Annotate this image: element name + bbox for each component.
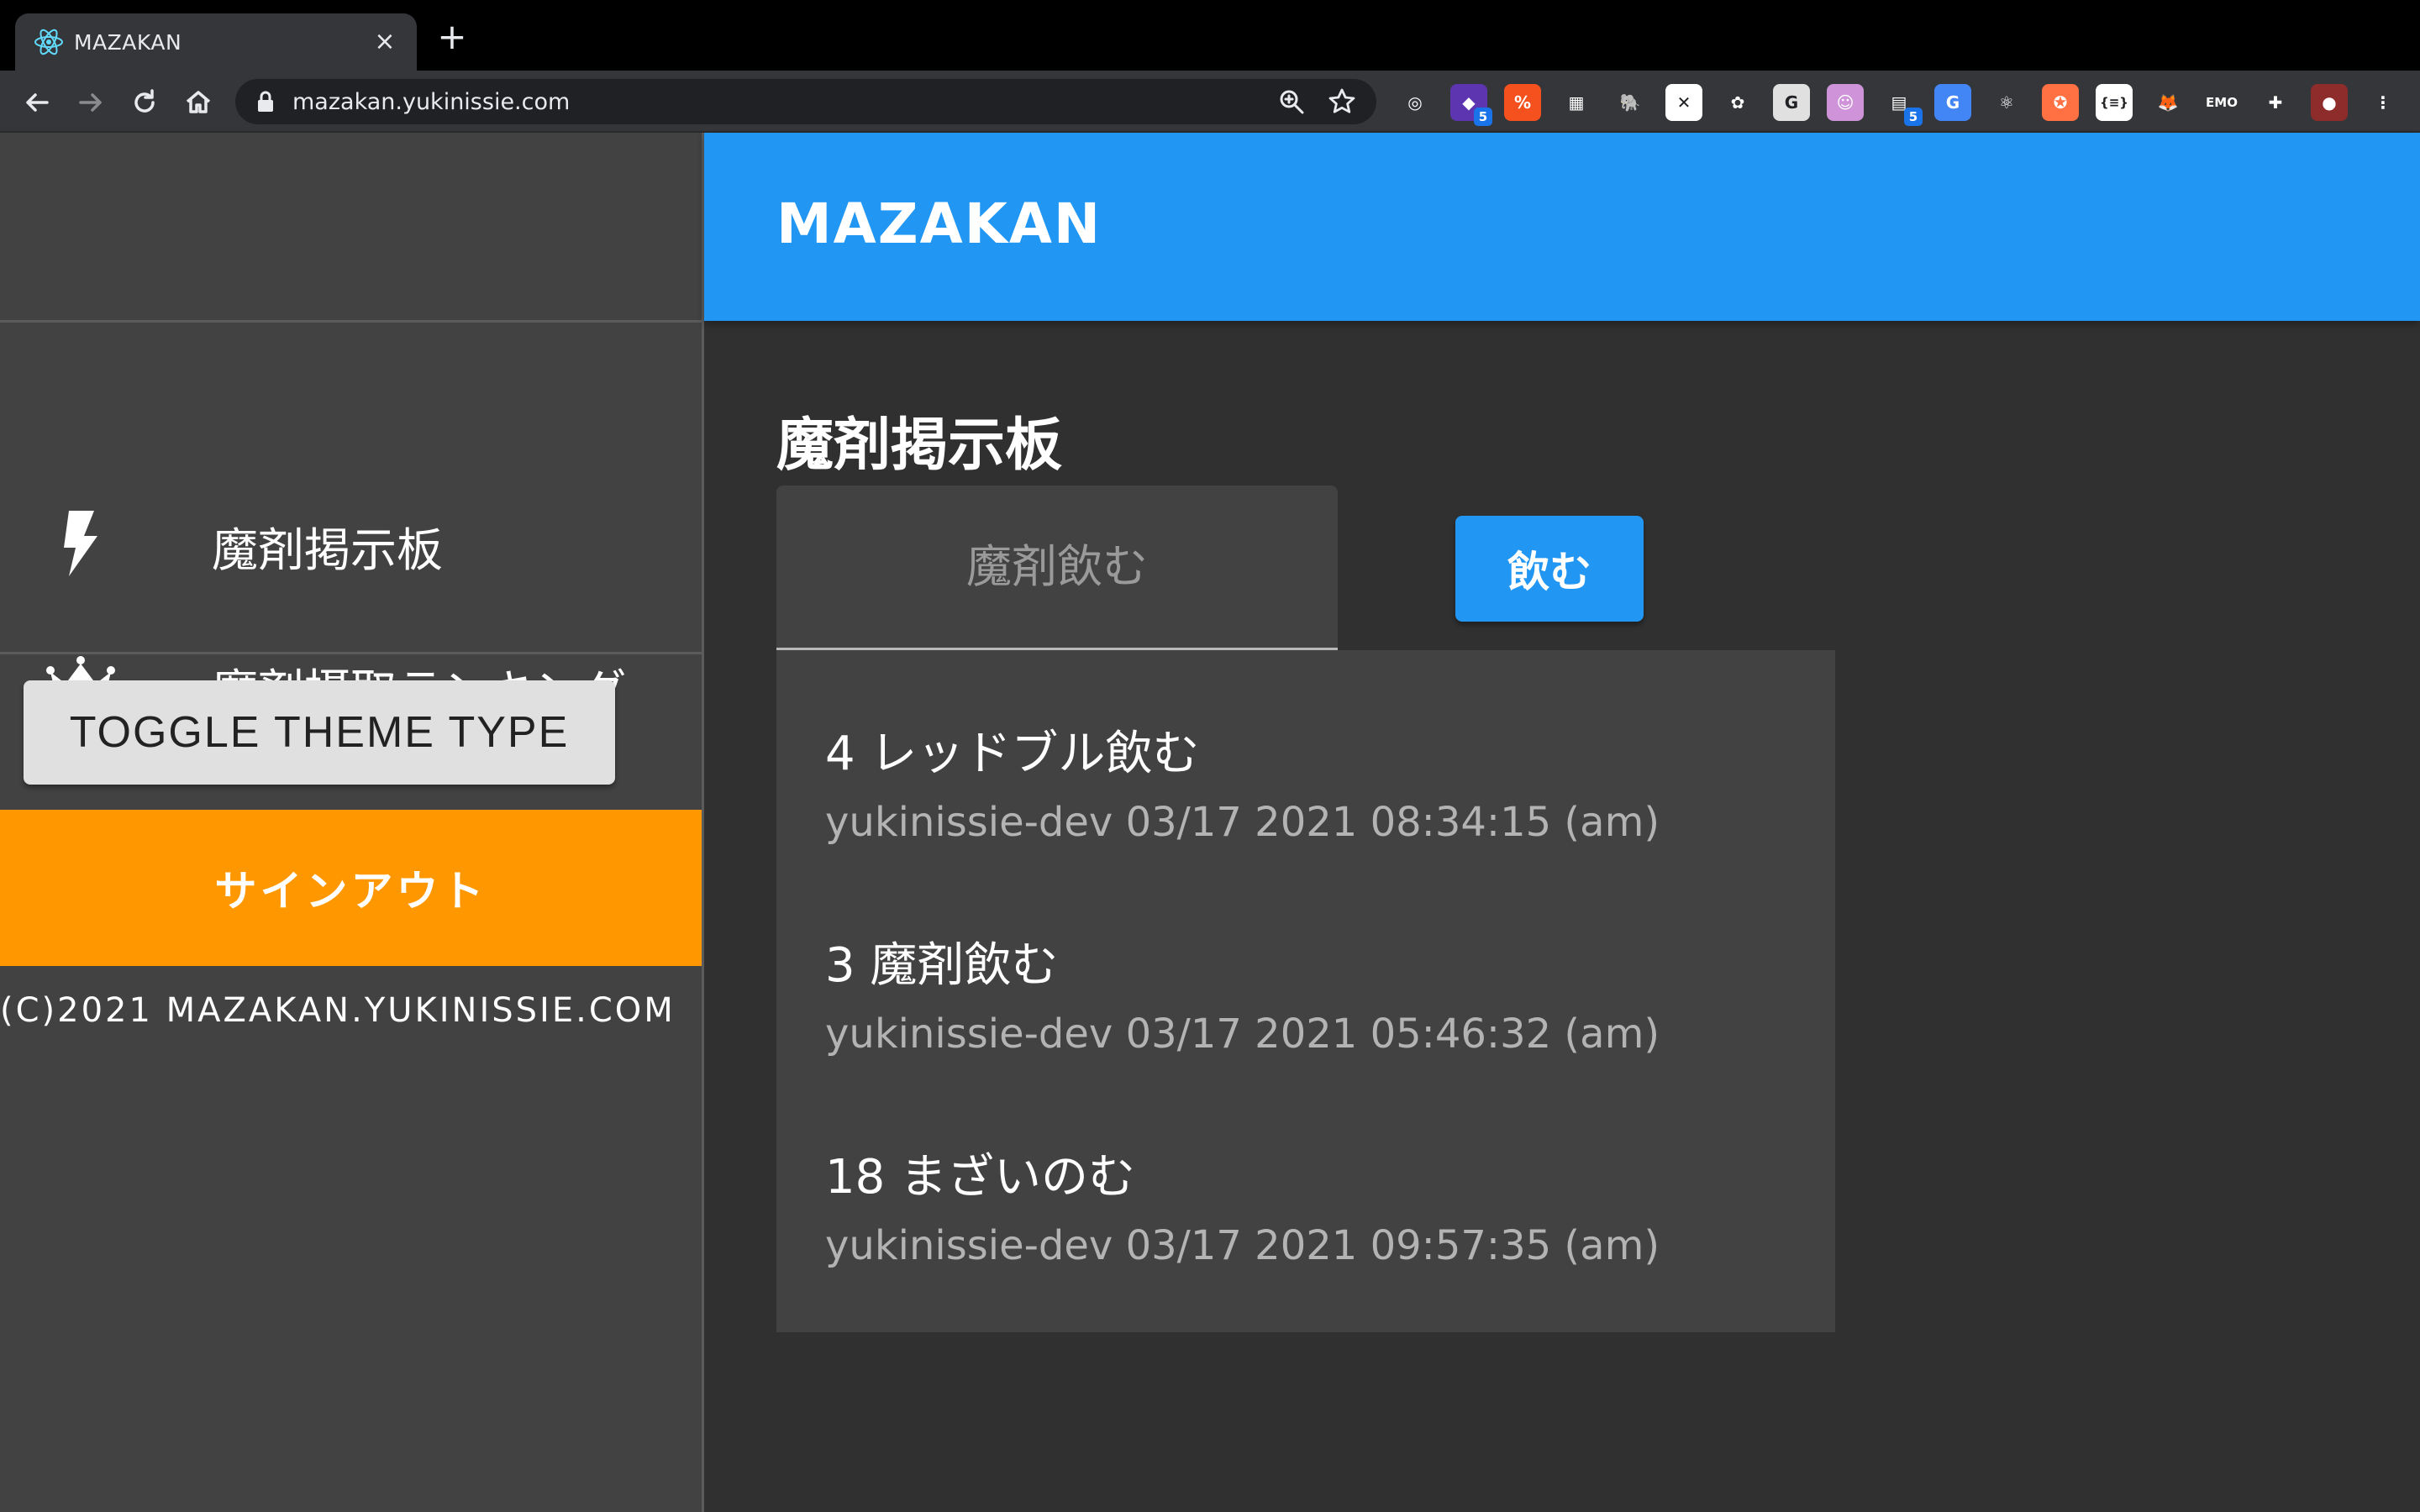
menu-extension-icon[interactable]: ⋮ [2365, 84, 2402, 121]
emoji-extension-icon[interactable]: EMO [2203, 84, 2240, 121]
nav-item-ranking[interactable]: 魔剤摂取ランキング [0, 548, 702, 718]
g-extension-icon[interactable]: G [1773, 84, 1810, 121]
copyright-text: (C)2021 MAZAKAN.YUKINISSIE.COM [0, 991, 676, 1030]
react-favicon-icon [34, 29, 63, 55]
extension-badge: 5 [1474, 108, 1492, 126]
qr-extension-icon[interactable]: ▦ [1558, 84, 1595, 121]
zoom-icon[interactable] [1277, 87, 1306, 116]
puzzle-extension-icon[interactable]: ✚ [2257, 84, 2294, 121]
extension-badge: 5 [1904, 108, 1923, 126]
post-meta: yukinissie-dev 03/17 2021 05:46:32 (am) [825, 1011, 1660, 1058]
cloud-extension-icon[interactable]: ◎ [1397, 84, 1434, 121]
tab-close-icon[interactable]: × [368, 25, 402, 59]
tabs-extension-icon[interactable]: ▤ 5 [1881, 84, 1923, 126]
home-icon[interactable] [180, 84, 217, 121]
list-item: 18 まざいのむ yukinissie-dev 03/17 2021 09:57… [825, 1139, 1817, 1269]
orange-circle-extension-icon[interactable]: ✪ [2042, 84, 2079, 121]
drawer-divider [0, 652, 702, 654]
browser-tabstrip: MAZAKAN × + [0, 0, 2420, 71]
tab-title: MAZAKAN [74, 30, 182, 55]
page-title: 魔剤掲示板 [776, 412, 1063, 479]
post-text: 18 まざいのむ [825, 1150, 1136, 1205]
app-bar: MAZAKAN [704, 133, 2420, 321]
drawer-header [0, 133, 702, 323]
url-text[interactable]: mazakan.yukinissie.com [292, 89, 570, 115]
post-list: 4 レッドブル飲む yukinissie-dev 03/17 2021 08:3… [776, 650, 1835, 1332]
post-meta: yukinissie-dev 03/17 2021 09:57:35 (am) [825, 1222, 1660, 1269]
list-item: 4 レッドブル飲む yukinissie-dev 03/17 2021 08:3… [825, 716, 1817, 846]
react-extension-icon[interactable]: ⚛ [1988, 84, 2025, 121]
lock-icon [258, 91, 273, 112]
reload-icon[interactable] [126, 84, 163, 121]
nav-item-board[interactable]: 魔剤掲示板 [0, 407, 702, 577]
main-content: MAZAKAN 魔剤掲示板 飲む 4 レッドブル飲む yukinissie-de… [704, 133, 2420, 1512]
toggle-theme-button[interactable]: TOGGLE THEME TYPE [24, 680, 615, 785]
signout-button[interactable]: サインアウト [0, 810, 702, 966]
app-root: 魔剤掲示板 魔剤摂取ランキング TOGGLE THEME TYPE サインアウト… [0, 133, 2420, 1512]
translate-extension-icon[interactable]: G [1934, 84, 1971, 121]
list-item: 3 魔剤飲む yukinissie-dev 03/17 2021 05:46:3… [825, 927, 1817, 1058]
address-bar[interactable]: mazakan.yukinissie.com [235, 79, 1376, 124]
post-input[interactable] [776, 486, 1338, 648]
browser-tab[interactable]: MAZAKAN × [15, 13, 417, 71]
browser-toolbar: mazakan.yukinissie.com ◎ ◆ 5% ▦ 🐘 ✕ ✿ G ☺ ▤ 5 G ⚛ ✪ {≡… [0, 71, 2420, 133]
pink-extension-icon[interactable]: ☺ [1827, 84, 1864, 121]
post-meta: yukinissie-dev 03/17 2021 08:34:15 (am) [825, 799, 1660, 846]
back-arrow-icon[interactable] [18, 84, 55, 121]
navigation-drawer: 魔剤掲示板 魔剤摂取ランキング TOGGLE THEME TYPE サインアウト… [0, 133, 704, 1512]
drink-button[interactable]: 飲む [1455, 516, 1644, 622]
stack-extension-icon[interactable]: ◆ 5 [1450, 84, 1492, 126]
post-input-field[interactable] [776, 486, 1338, 650]
orange-extension-icon[interactable]: % [1504, 84, 1541, 121]
forward-arrow-icon[interactable] [72, 84, 109, 121]
app-title: MAZAKAN [776, 192, 1102, 256]
new-tab-button[interactable]: + [435, 19, 469, 55]
bookmark-star-icon[interactable] [1326, 86, 1358, 118]
x-extension-icon[interactable]: ✕ [1665, 84, 1702, 121]
color-extension-icon[interactable]: ✿ [1719, 84, 1756, 121]
post-text: 3 魔剤飲む [825, 938, 1059, 993]
metamask-extension-icon[interactable]: 🦊 [2149, 84, 2186, 121]
evernote-extension-icon[interactable]: 🐘 [1612, 84, 1649, 121]
json-extension-icon[interactable]: {≡} [2096, 84, 2133, 121]
profile-avatar-icon[interactable]: ● [2311, 84, 2348, 121]
post-text: 4 レッドブル飲む [825, 727, 1200, 781]
